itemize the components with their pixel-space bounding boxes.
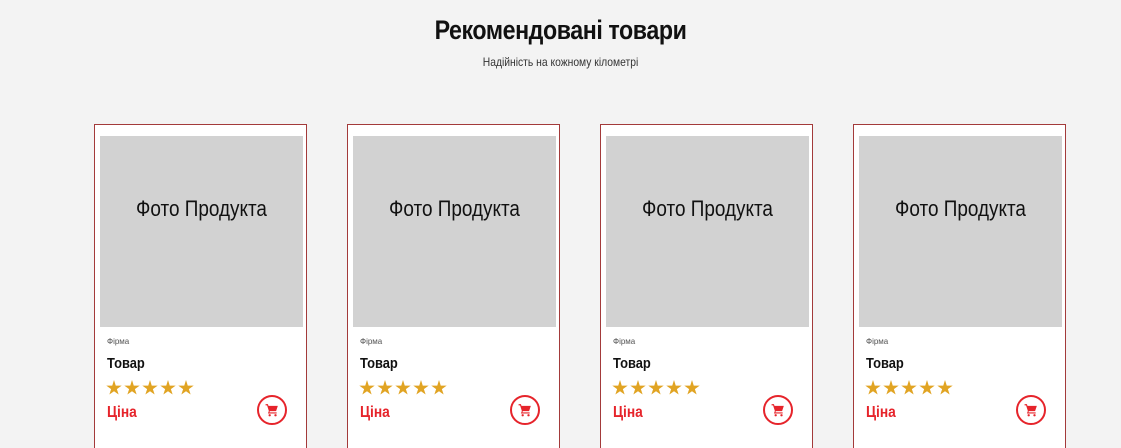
star-icon xyxy=(377,380,393,395)
section-title: Рекомендовані товари xyxy=(434,15,687,45)
product-brand: Фірма xyxy=(360,337,383,346)
star-icon xyxy=(124,380,140,395)
product-price: Ціна xyxy=(107,404,137,421)
add-to-cart-button[interactable] xyxy=(257,395,287,425)
product-photo[interactable]: Фото Продукта xyxy=(100,136,303,327)
star-icon xyxy=(666,380,682,395)
product-name[interactable]: Товар xyxy=(613,355,651,373)
product-rating xyxy=(865,380,955,398)
star-icon xyxy=(937,380,953,395)
star-icon xyxy=(648,380,664,395)
star-icon xyxy=(431,380,447,395)
product-card[interactable]: Фото Продукта Фірма Товар Ціна xyxy=(853,124,1066,448)
star-icon xyxy=(630,380,646,395)
product-price: Ціна xyxy=(613,404,643,421)
shopping-cart-icon xyxy=(265,404,278,417)
star-icon xyxy=(919,380,935,395)
product-price: Ціна xyxy=(866,404,896,421)
shopping-cart-icon xyxy=(518,404,531,417)
add-to-cart-button[interactable] xyxy=(763,395,793,425)
star-icon xyxy=(106,380,122,395)
product-name[interactable]: Товар xyxy=(360,355,398,373)
star-icon xyxy=(684,380,700,395)
star-icon xyxy=(178,380,194,395)
star-icon xyxy=(395,380,411,395)
product-photo-label: Фото Продукта xyxy=(389,196,520,221)
star-icon xyxy=(883,380,899,395)
section-subtitle: Надійність на кожному кілометрі xyxy=(482,55,639,69)
star-icon xyxy=(142,380,158,395)
star-icon xyxy=(359,380,375,395)
product-brand: Фірма xyxy=(107,337,130,346)
product-photo[interactable]: Фото Продукта xyxy=(606,136,809,327)
product-card[interactable]: Фото Продукта Фірма Товар Ціна xyxy=(94,124,307,448)
star-icon xyxy=(160,380,176,395)
product-brand: Фірма xyxy=(866,337,889,346)
section-header: Рекомендовані товари Надійність на кожно… xyxy=(0,10,1121,70)
shopping-cart-icon xyxy=(1024,404,1037,417)
product-price: Ціна xyxy=(360,404,390,421)
product-name[interactable]: Товар xyxy=(107,355,145,373)
add-to-cart-button[interactable] xyxy=(1016,395,1046,425)
star-icon xyxy=(901,380,917,395)
product-rating xyxy=(359,380,449,398)
product-rating xyxy=(106,380,196,398)
recommended-products-section: Рекомендовані товари Надійність на кожно… xyxy=(0,0,1121,448)
product-rating xyxy=(612,380,702,398)
star-icon xyxy=(413,380,429,395)
product-name[interactable]: Товар xyxy=(866,355,904,373)
product-photo[interactable]: Фото Продукта xyxy=(353,136,556,327)
product-photo-label: Фото Продукта xyxy=(136,196,267,221)
star-icon xyxy=(865,380,881,395)
star-icon xyxy=(612,380,628,395)
shopping-cart-icon xyxy=(771,404,784,417)
product-card[interactable]: Фото Продукта Фірма Товар Ціна xyxy=(600,124,813,448)
product-card[interactable]: Фото Продукта Фірма Товар Ціна xyxy=(347,124,560,448)
product-photo-label: Фото Продукта xyxy=(642,196,773,221)
product-photo-label: Фото Продукта xyxy=(895,196,1026,221)
product-brand: Фірма xyxy=(613,337,636,346)
product-photo[interactable]: Фото Продукта xyxy=(859,136,1062,327)
add-to-cart-button[interactable] xyxy=(510,395,540,425)
